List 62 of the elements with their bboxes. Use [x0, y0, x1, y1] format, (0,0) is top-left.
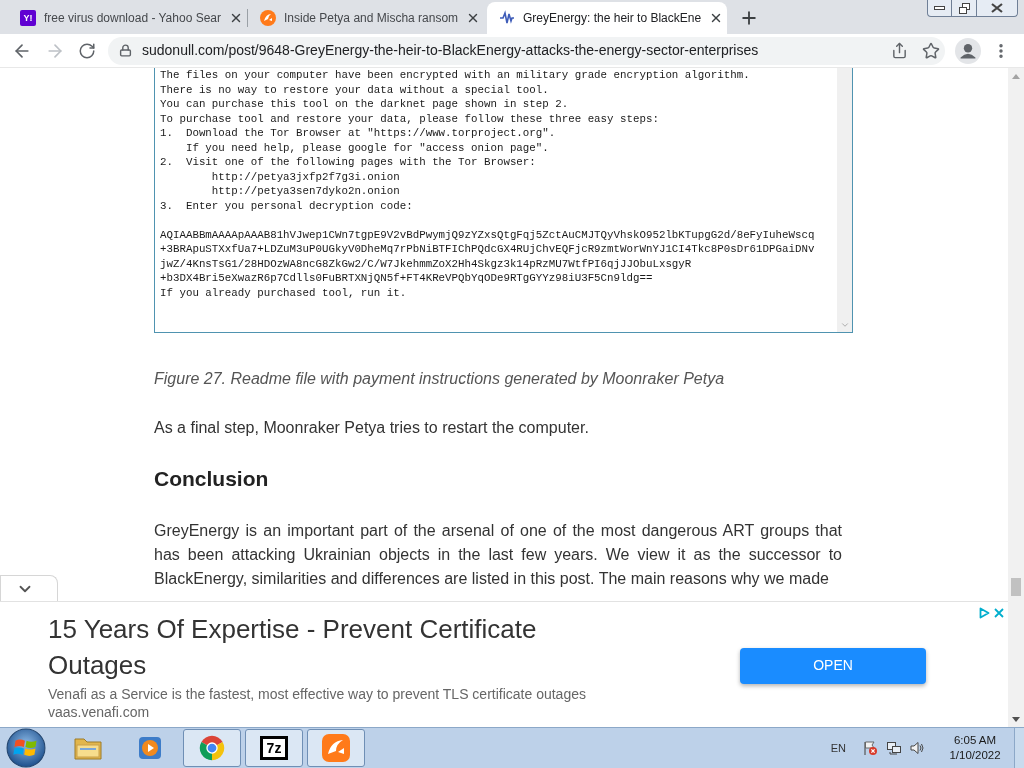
- folder-icon: [73, 735, 103, 761]
- taskbar-button[interactable]: [183, 729, 241, 767]
- favicon: Y!: [20, 10, 36, 26]
- network-icon[interactable]: [886, 740, 902, 756]
- clock-date[interactable]: 1/10/2022: [949, 748, 1001, 763]
- page-scrollbar[interactable]: [1008, 68, 1024, 727]
- readme-line: http://petya3sen7dyko2n.onion: [210, 184, 400, 199]
- app-logo-icon: [322, 734, 350, 762]
- scrollbar-track[interactable]: [837, 68, 852, 332]
- start-button-icon[interactable]: [6, 728, 46, 768]
- reload-icon[interactable]: [78, 41, 96, 60]
- flag-icon[interactable]: [862, 740, 878, 756]
- clock-time[interactable]: 6:05 AM: [953, 733, 997, 748]
- readme-line: The files on your computer have been encrypted with an military grade encryption algorithm.: [160, 68, 750, 83]
- figure-caption: Figure 27. Readme file with payment instructions generated by Moonraker Petya: [154, 369, 725, 389]
- taskbar-button[interactable]: [307, 729, 365, 767]
- readme-line: There is no way to restore your data without a special tool.: [160, 82, 549, 97]
- readme-line: 1. Download the Tor Browser at "https://www.torproject.org".: [160, 126, 556, 141]
- close-icon[interactable]: [229, 11, 243, 25]
- readme-line: http://petya3jxfp2f7g3i.onion: [210, 169, 400, 184]
- decryption-code-line: jwZ/4KnsTsG1/28HDOzWA8ncG8ZkGw2/C/W7JkehmmZoX2Hh4Skgz3k14pRzMU7WtfPI6qjJJObuLxsgyR: [160, 256, 692, 271]
- close-icon: [991, 3, 1003, 13]
- ad-description: Venafi as a Service is the fastest, most effective way to prevent TLS certificate outages: [48, 685, 586, 703]
- ad-url[interactable]: vaas.venafi.com: [48, 703, 150, 721]
- bookmark-star-icon[interactable]: [922, 41, 940, 60]
- decryption-code-line: +b3DX4Bri5eXwazR6p7Cdlls0FuBRTXNjQN5f+FT4KReVPQbYqODe9RTgGYYz98iU3F5Cn9ldg==: [160, 271, 653, 286]
- section-heading: Conclusion: [154, 466, 269, 492]
- readme-line: 3. Enter you personal decryption code:: [160, 198, 413, 213]
- minimize-button[interactable]: [927, 0, 952, 17]
- readme-line: 2. Visit one of the following pages with the Tor Browser:: [160, 155, 536, 170]
- browser-icon: [198, 734, 226, 762]
- restore-icon: [958, 2, 970, 14]
- paragraph: As a final step, Moonraker Petya tries to restart the computer.: [154, 418, 589, 438]
- triangle-icon[interactable]: [979, 607, 990, 619]
- speaker-icon[interactable]: [909, 740, 925, 756]
- scroll-down-icon[interactable]: [1012, 716, 1020, 722]
- favicon-icon: [499, 10, 515, 26]
- address-bar[interactable]: sudonull.com/post/9648-GreyEnergy-the-heir-to-BlackEnergy-attacks-the-energy-sector-enterprises: [108, 36, 945, 65]
- paragraph: GreyEnergy is an important part of the arsenal of one of the most dangerous ART groups that has been attacking Ukrainian objects in the last few years. We view it as the successor to BlackEnergy, similarities and differences are listed in this post. The main reasons why we made: [154, 521, 842, 589]
- language-indicator[interactable]: EN: [830, 739, 846, 757]
- favicon-icon: [260, 10, 276, 26]
- app-logo: 7z: [260, 736, 288, 760]
- readme-line: You can purchase this tool on the darknet page shown in step 2.: [160, 97, 569, 112]
- play-icon: [137, 735, 163, 761]
- restore-button[interactable]: [952, 0, 977, 17]
- readme-line: To purchase tool and restore your data, please follow these three easy steps:: [160, 111, 659, 126]
- avatar-icon[interactable]: [955, 37, 981, 64]
- decryption-code-line: +3BRApuSTXxfUa7+LDZuM3uP0UGkyV0DheMq7rPbNiBTFIChPQdcGX4RUjChvEQFjcR9zmtWorWnYJ1CI4Tkc8P0sDr61DPGaiDNv: [160, 242, 815, 257]
- close-button[interactable]: [977, 0, 1018, 17]
- new-tab-icon[interactable]: [739, 8, 759, 28]
- scrollbar-thumb[interactable]: [1011, 578, 1021, 596]
- share-icon[interactable]: [891, 42, 908, 59]
- browser-tab[interactable]: Inside Petya and Mischa ransom: [248, 2, 487, 34]
- readme-line: If you need help, please google for "access onion page".: [184, 140, 549, 155]
- taskbar-button[interactable]: 7z: [245, 729, 303, 767]
- decryption-code-line: AQIAABBmAAAApAAAB81hVJwep1CWn7tgpE9V2vBdPwymjQ9zYZxsQtgFqj5ZctAuCMJTQyVhskO952lbKTupgG2d/8eFyIuheWscq: [160, 227, 815, 242]
- browser-tab[interactable]: Y! free virus download - Yahoo Sear: [8, 2, 247, 34]
- ad-title[interactable]: 15 Years Of Expertise - Prevent Certificate Outages: [48, 611, 628, 683]
- minimize-icon: [934, 6, 945, 10]
- lock-icon[interactable]: [119, 44, 132, 57]
- browser-tab[interactable]: GreyEnergy: the heir to BlackEne: [487, 2, 727, 34]
- readme-line: If you already purchased tool, run it.: [160, 285, 407, 300]
